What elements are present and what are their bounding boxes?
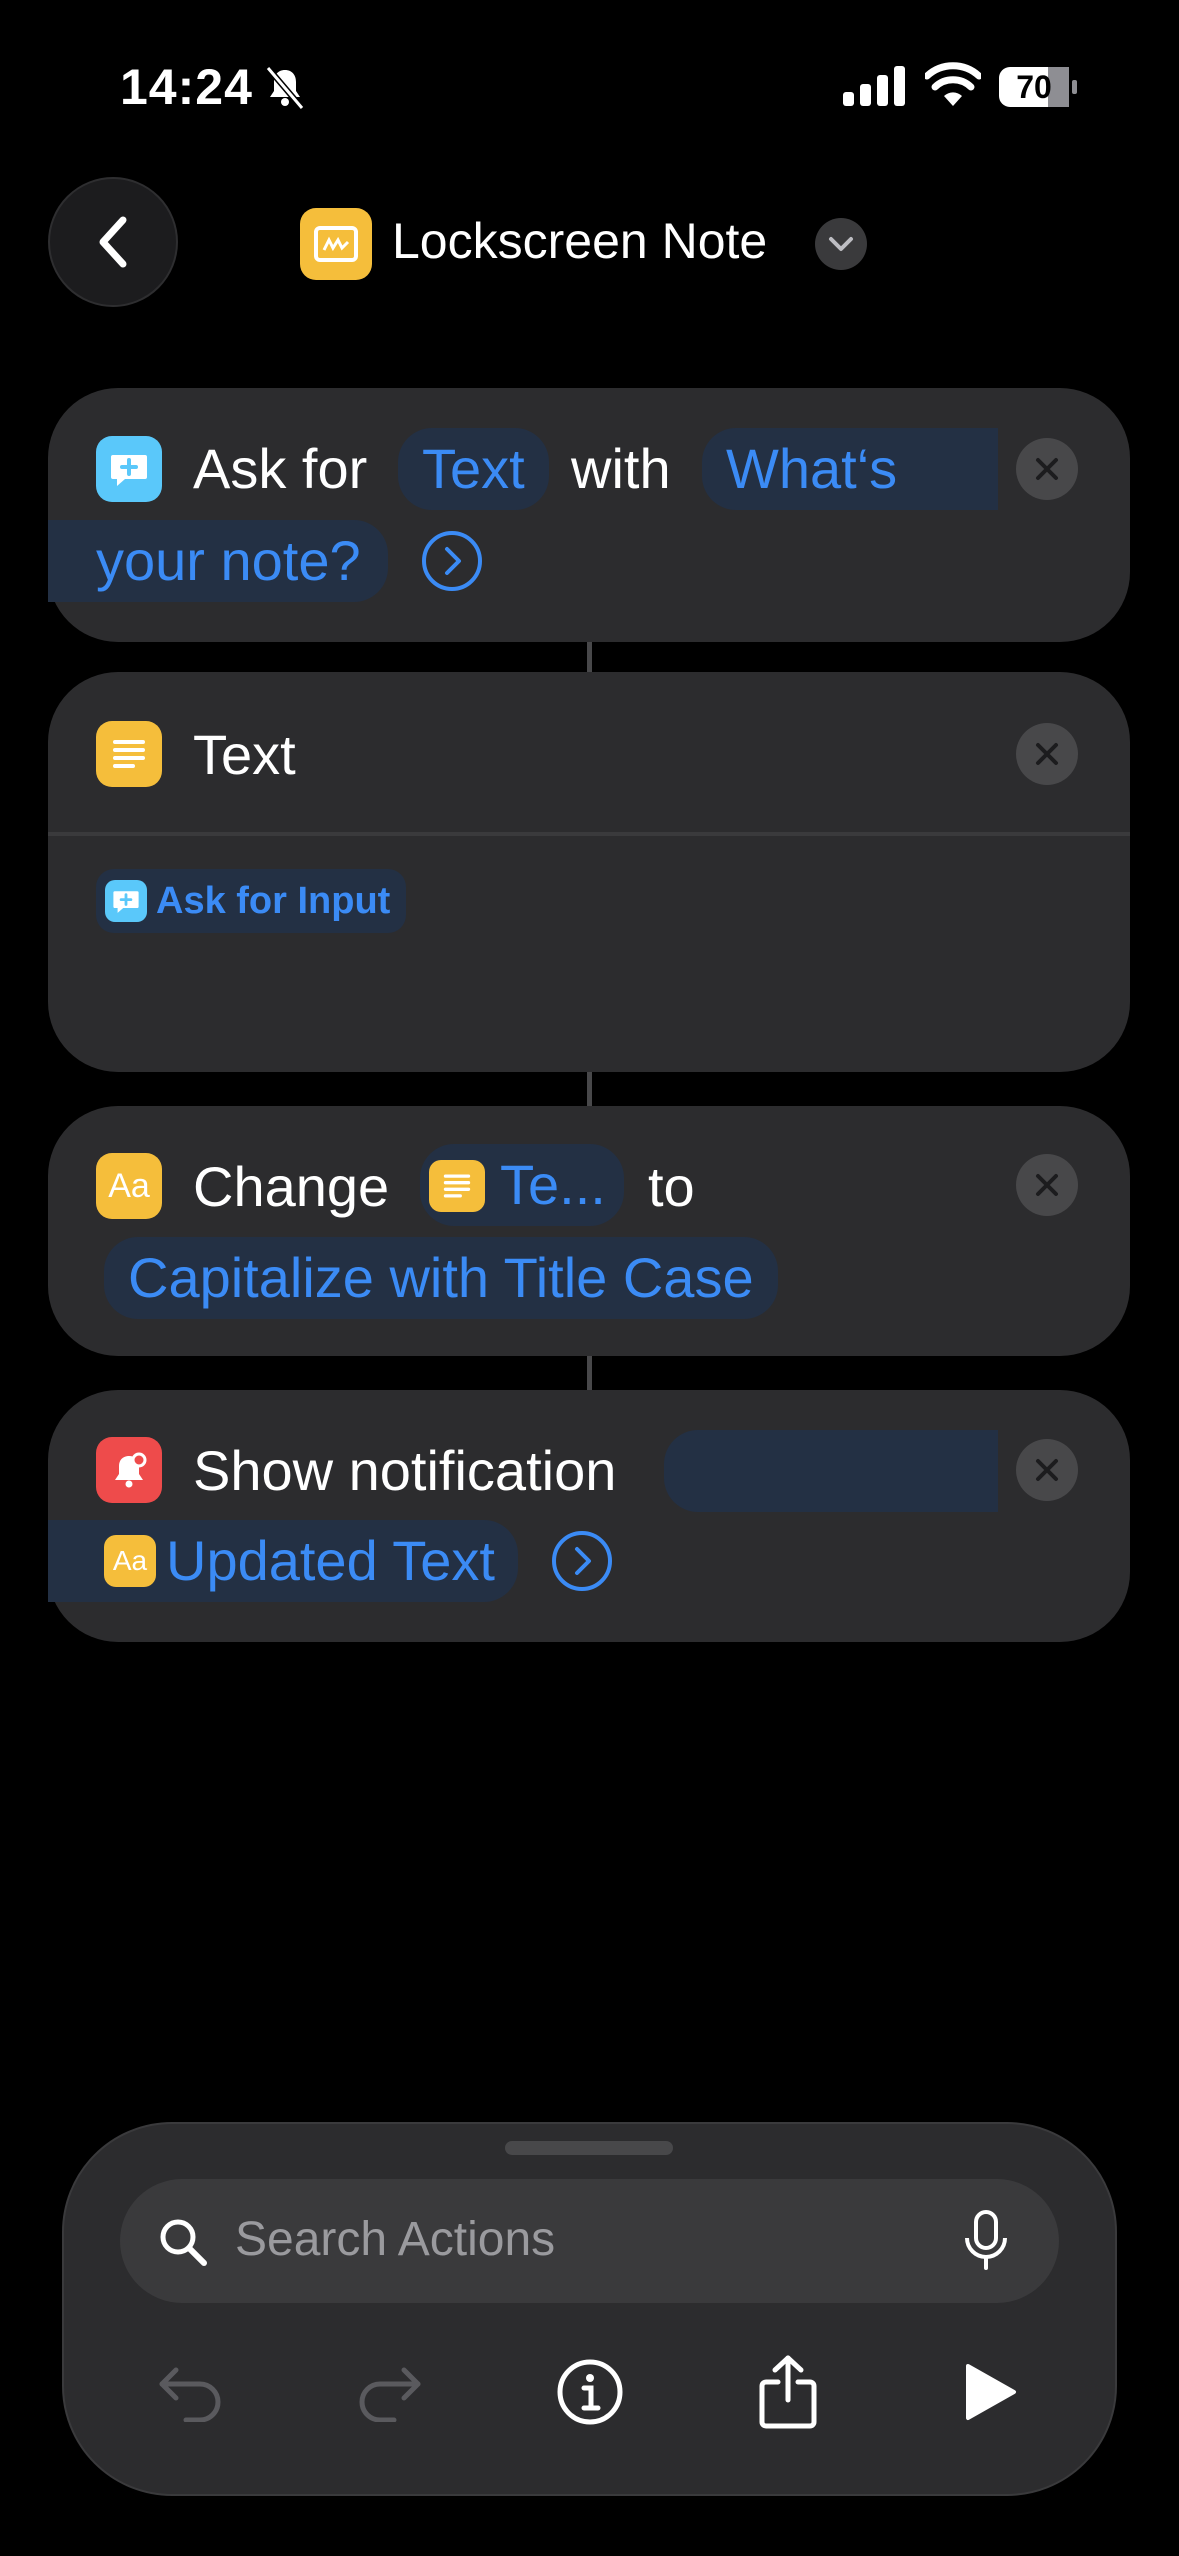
shortcut-icon[interactable] [300, 208, 372, 280]
note-scribble-icon [314, 226, 358, 262]
battery-level: 70 [1016, 69, 1052, 105]
card-divider [48, 832, 1130, 836]
ask-for-input-icon [96, 436, 162, 502]
status-time: 14:24 [120, 59, 253, 115]
share-icon [759, 2355, 817, 2429]
close-icon [1036, 458, 1058, 480]
change-case-icon: Aa [96, 1153, 162, 1219]
connector-line [587, 642, 592, 672]
ask-for-input-mini-icon [105, 880, 147, 922]
remove-action-button[interactable] [1016, 438, 1078, 500]
text-action-title: Text [193, 723, 296, 786]
show-notification-action[interactable] [48, 1390, 1130, 1642]
run-shortcut-button[interactable] [940, 2342, 1040, 2442]
notification-icon [96, 1437, 162, 1503]
play-icon [966, 2364, 1016, 2420]
sheet-grabber[interactable] [505, 2141, 673, 2155]
connector-line [587, 1356, 592, 1390]
info-icon [557, 2359, 623, 2425]
close-icon [1036, 1174, 1058, 1196]
cellular-signal-icon [843, 66, 905, 106]
chevron-left-icon [99, 216, 127, 268]
text-mini-icon [429, 1160, 485, 1212]
close-icon [1036, 1459, 1058, 1481]
search-placeholder: Search Actions [235, 2213, 556, 2266]
connector-line [587, 1072, 592, 1106]
change-case-mini-icon: Aa [104, 1535, 156, 1587]
wifi-icon [925, 62, 981, 106]
info-button[interactable] [540, 2342, 640, 2442]
prompt-token[interactable]: What‘s [702, 428, 998, 510]
battery-indicator: 70 [998, 66, 1078, 108]
prompt-token-continued[interactable]: your note? [48, 520, 388, 602]
case-option-token[interactable]: Capitalize with Title Case [104, 1237, 778, 1319]
ask-for-label: Ask for [193, 437, 368, 500]
undo-icon [159, 2367, 221, 2422]
change-label: Change [193, 1155, 390, 1218]
remove-action-button[interactable] [1016, 1439, 1078, 1501]
silent-mode-icon [265, 66, 305, 110]
notification-title-field[interactable] [664, 1430, 998, 1512]
shortcut-title[interactable]: Lockscreen Note [392, 212, 767, 270]
expand-options-icon[interactable] [420, 529, 484, 593]
remove-action-button[interactable] [1016, 1154, 1078, 1216]
with-label: with [571, 437, 671, 500]
chevron-down-icon [829, 237, 853, 251]
search-icon [160, 2219, 207, 2266]
to-label: to [648, 1155, 695, 1218]
expand-options-icon[interactable] [550, 1529, 614, 1593]
ask-for-input-action[interactable] [48, 388, 1130, 642]
title-menu-button[interactable] [815, 218, 867, 270]
close-icon [1036, 743, 1058, 765]
share-button[interactable] [738, 2342, 838, 2442]
remove-action-button[interactable] [1016, 723, 1078, 785]
redo-button[interactable] [340, 2342, 440, 2442]
microphone-icon[interactable] [963, 2210, 1009, 2272]
back-button[interactable] [48, 177, 178, 307]
redo-icon [359, 2367, 421, 2422]
show-notification-label: Show notification [193, 1439, 617, 1502]
undo-button[interactable] [140, 2342, 240, 2442]
input-type-token[interactable]: Text [398, 428, 549, 510]
text-action-icon [96, 721, 162, 787]
